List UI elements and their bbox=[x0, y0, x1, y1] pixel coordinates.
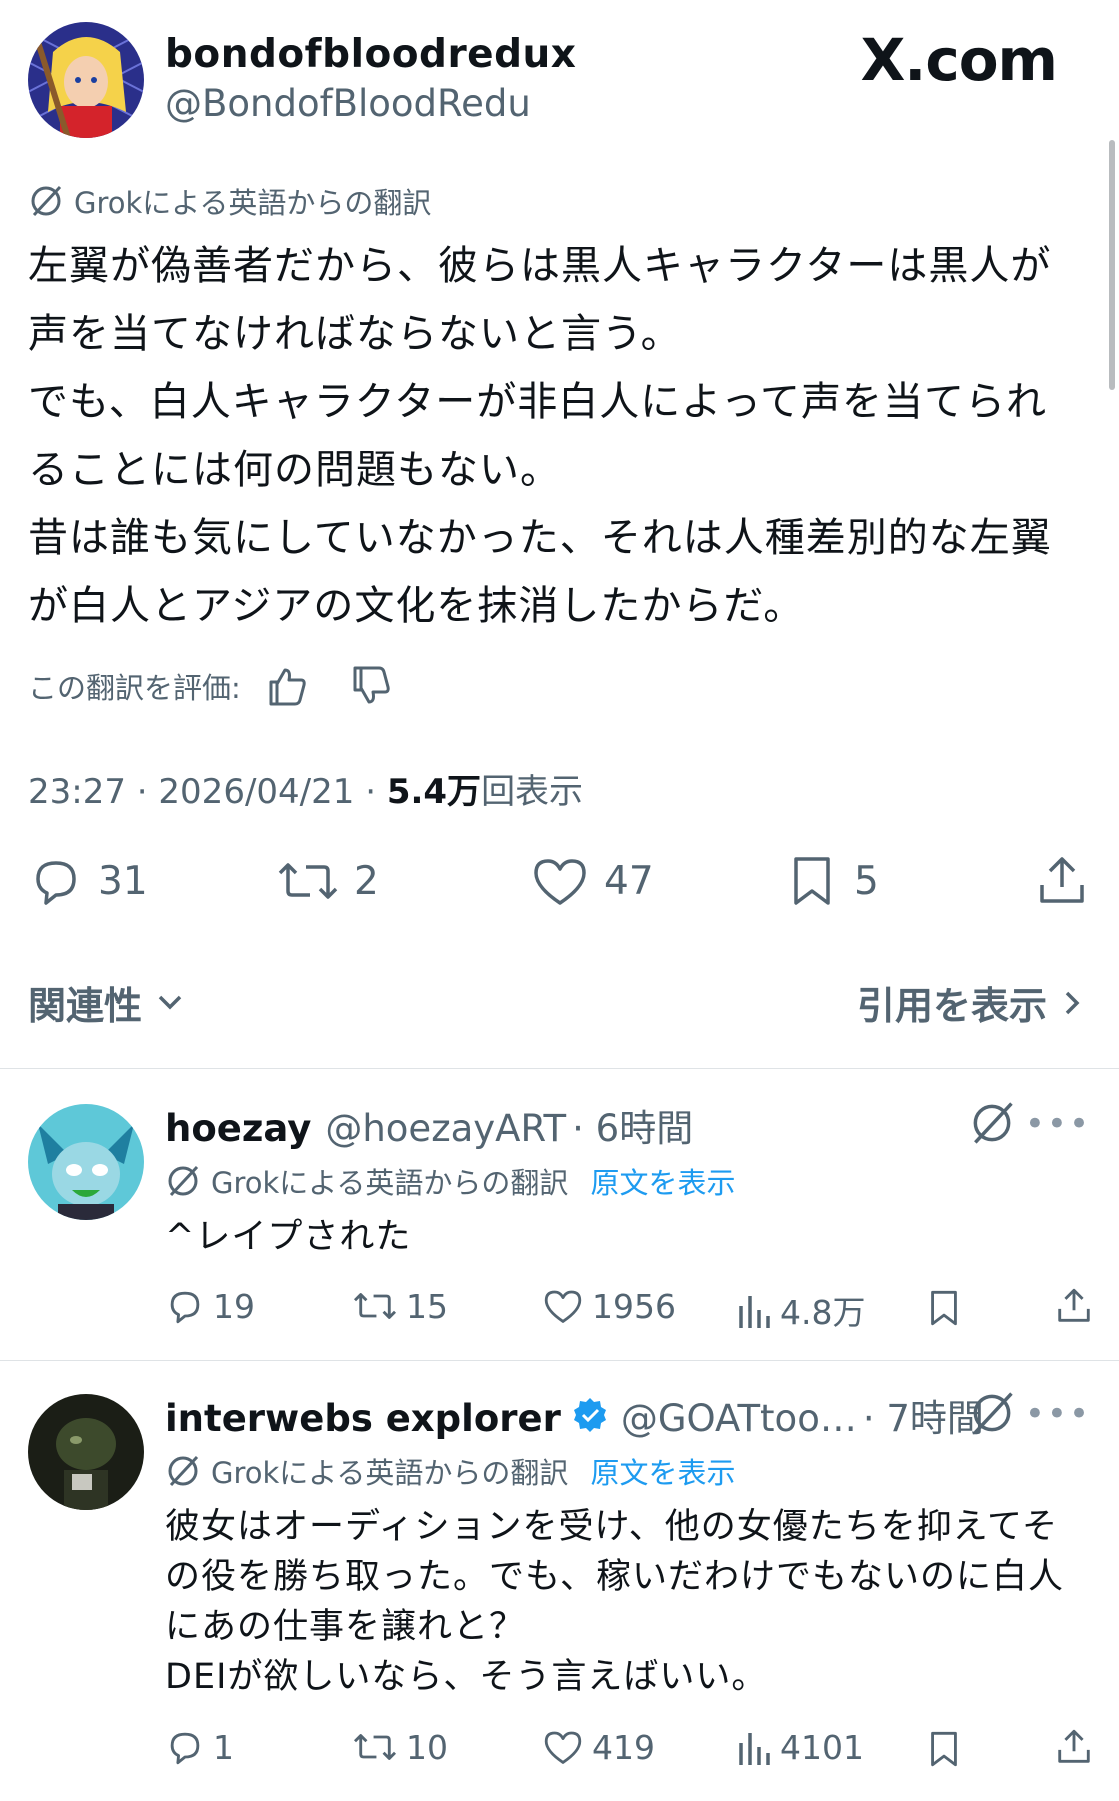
sort-label: 関連性 bbox=[28, 984, 143, 1028]
more-options-icon[interactable]: ••• bbox=[1025, 1394, 1091, 1434]
share-icon bbox=[1040, 857, 1084, 903]
divider bbox=[0, 1360, 1119, 1361]
author-avatar[interactable] bbox=[28, 22, 144, 138]
post-time: 23:27 bbox=[28, 772, 126, 812]
translation-label: Grokによる英語からの翻訳 bbox=[211, 1166, 569, 1200]
reply-avatar-image bbox=[28, 1394, 144, 1510]
thumbs-down-icon[interactable] bbox=[347, 662, 395, 710]
grok-icon[interactable] bbox=[967, 1098, 1017, 1148]
reply-time[interactable]: · 6時間 bbox=[572, 1098, 693, 1152]
reply-count: 19 bbox=[213, 1286, 255, 1326]
translation-info: Grokによる英語からの翻訳 bbox=[28, 180, 431, 222]
bookmark-icon bbox=[794, 857, 830, 905]
reply-avatar[interactable] bbox=[28, 1104, 144, 1220]
reply-author-name[interactable]: interwebs explorer bbox=[165, 1397, 561, 1440]
like-count: 419 bbox=[592, 1727, 655, 1767]
repost-button[interactable]: 2 bbox=[276, 853, 379, 909]
meta-separator: · bbox=[125, 772, 159, 812]
meta-separator: · bbox=[354, 772, 387, 812]
thumbs-up-icon[interactable] bbox=[263, 662, 311, 710]
repost-count: 2 bbox=[354, 858, 379, 904]
views-count: 5.4万 bbox=[386, 772, 482, 812]
chevron-right-icon bbox=[1065, 991, 1080, 1014]
bookmark-button[interactable]: 5 bbox=[784, 853, 879, 909]
bookmark-icon[interactable] bbox=[924, 1729, 964, 1769]
show-original-link[interactable]: 原文を表示 bbox=[590, 1450, 735, 1492]
repost-count: 15 bbox=[406, 1286, 448, 1326]
site-logo-text: X.com bbox=[860, 26, 1058, 94]
translation-label: Grokによる英語からの翻訳 bbox=[211, 1456, 569, 1490]
reply-author-handle[interactable]: @hoezayART bbox=[325, 1107, 566, 1150]
view-quotes-label: 引用を表示 bbox=[856, 984, 1047, 1028]
reply-header: interwebs explorer @GOATtoo… · 7時間 bbox=[165, 1388, 984, 1442]
heart-icon bbox=[544, 1290, 582, 1323]
heart-icon bbox=[544, 1731, 582, 1764]
reply-icon bbox=[170, 1291, 200, 1324]
like-count: 1956 bbox=[592, 1286, 676, 1326]
chevron-down-icon bbox=[158, 995, 182, 1009]
share-button[interactable] bbox=[1034, 853, 1090, 909]
show-original-link[interactable]: 原文を表示 bbox=[590, 1160, 735, 1202]
translation-label: Grokによる英語からの翻訳 bbox=[74, 186, 432, 220]
heart-icon bbox=[534, 859, 586, 905]
more-options-icon[interactable]: ••• bbox=[1025, 1104, 1091, 1144]
grok-icon bbox=[168, 1165, 199, 1197]
reply-count: 31 bbox=[98, 858, 148, 904]
share-icon[interactable] bbox=[1054, 1727, 1094, 1767]
views-count: 4.8万 bbox=[780, 1293, 866, 1332]
reply-text: 彼女はオーディションを受け、他の女優たちを抑えてそ の役を勝ち取った。でも、稼い… bbox=[165, 1507, 1064, 1697]
post-meta: 23:27 · 2026/04/21 · 5.4万回表示 bbox=[28, 764, 583, 813]
repost-icon bbox=[353, 1734, 397, 1760]
views-button[interactable]: 4.8万 bbox=[736, 1286, 865, 1334]
reply-author-name[interactable]: hoezay bbox=[165, 1107, 311, 1150]
reply-button[interactable]: 1 bbox=[165, 1727, 234, 1767]
analytics-icon bbox=[739, 1733, 770, 1765]
reply-time[interactable]: · 7時間 bbox=[863, 1388, 984, 1442]
repost-count: 10 bbox=[406, 1727, 448, 1767]
like-button[interactable]: 47 bbox=[530, 853, 654, 909]
rate-translation-label: この翻訳を評価: bbox=[28, 671, 241, 705]
like-count: 47 bbox=[604, 858, 654, 904]
like-button[interactable]: 419 bbox=[542, 1727, 655, 1767]
analytics-icon bbox=[739, 1296, 770, 1328]
bookmark-count: 5 bbox=[854, 858, 879, 904]
reply-icon bbox=[36, 861, 76, 905]
grok-icon bbox=[168, 1455, 199, 1487]
author-avatar-image bbox=[28, 22, 144, 138]
reply-button[interactable]: 31 bbox=[28, 853, 148, 909]
reply-icon bbox=[170, 1732, 200, 1765]
translation-info: Grokによる英語からの翻訳 原文を表示 bbox=[165, 1450, 735, 1492]
reply-avatar[interactable] bbox=[28, 1394, 144, 1510]
verified-badge-icon bbox=[573, 1398, 606, 1432]
author-handle[interactable]: @BondofBloodRedu bbox=[165, 82, 531, 125]
scrollbar[interactable] bbox=[1109, 140, 1115, 390]
reply-button[interactable]: 19 bbox=[165, 1286, 255, 1326]
repost-icon bbox=[278, 863, 338, 899]
grok-icon[interactable] bbox=[967, 1388, 1017, 1438]
view-quotes-link[interactable]: 引用を表示 bbox=[857, 975, 1091, 1030]
rate-translation-row: この翻訳を評価: bbox=[28, 662, 395, 710]
repost-button[interactable]: 15 bbox=[352, 1286, 448, 1326]
translation-info: Grokによる英語からの翻訳 原文を表示 bbox=[165, 1160, 735, 1202]
like-button[interactable]: 1956 bbox=[542, 1286, 676, 1326]
repost-icon bbox=[353, 1293, 397, 1319]
views-button[interactable]: 4101 bbox=[736, 1727, 864, 1767]
author-display-name[interactable]: bondofbloodredux bbox=[165, 32, 576, 77]
bookmark-icon[interactable] bbox=[924, 1288, 964, 1328]
grok-icon bbox=[31, 185, 62, 217]
divider bbox=[0, 1068, 1119, 1069]
views-count: 4101 bbox=[780, 1727, 864, 1767]
repost-button[interactable]: 10 bbox=[352, 1727, 448, 1767]
reply-text: ^レイプされた bbox=[165, 1217, 412, 1257]
views-label: 回表示 bbox=[481, 772, 584, 812]
post-date: 2026/04/21 bbox=[158, 772, 355, 812]
post-text: 左翼が偽善者だから、彼らは黒人キャラクターは黒人が 声を当てなければならないと言… bbox=[28, 243, 1052, 629]
reply-author-handle[interactable]: @GOATtoo… bbox=[621, 1397, 857, 1440]
reply-avatar-image bbox=[28, 1104, 144, 1220]
reply-header: hoezay @hoezayART · 6時間 bbox=[165, 1098, 693, 1152]
share-icon[interactable] bbox=[1054, 1286, 1094, 1326]
sort-dropdown[interactable]: 関連性 bbox=[28, 975, 190, 1030]
reply-count: 1 bbox=[213, 1727, 234, 1767]
